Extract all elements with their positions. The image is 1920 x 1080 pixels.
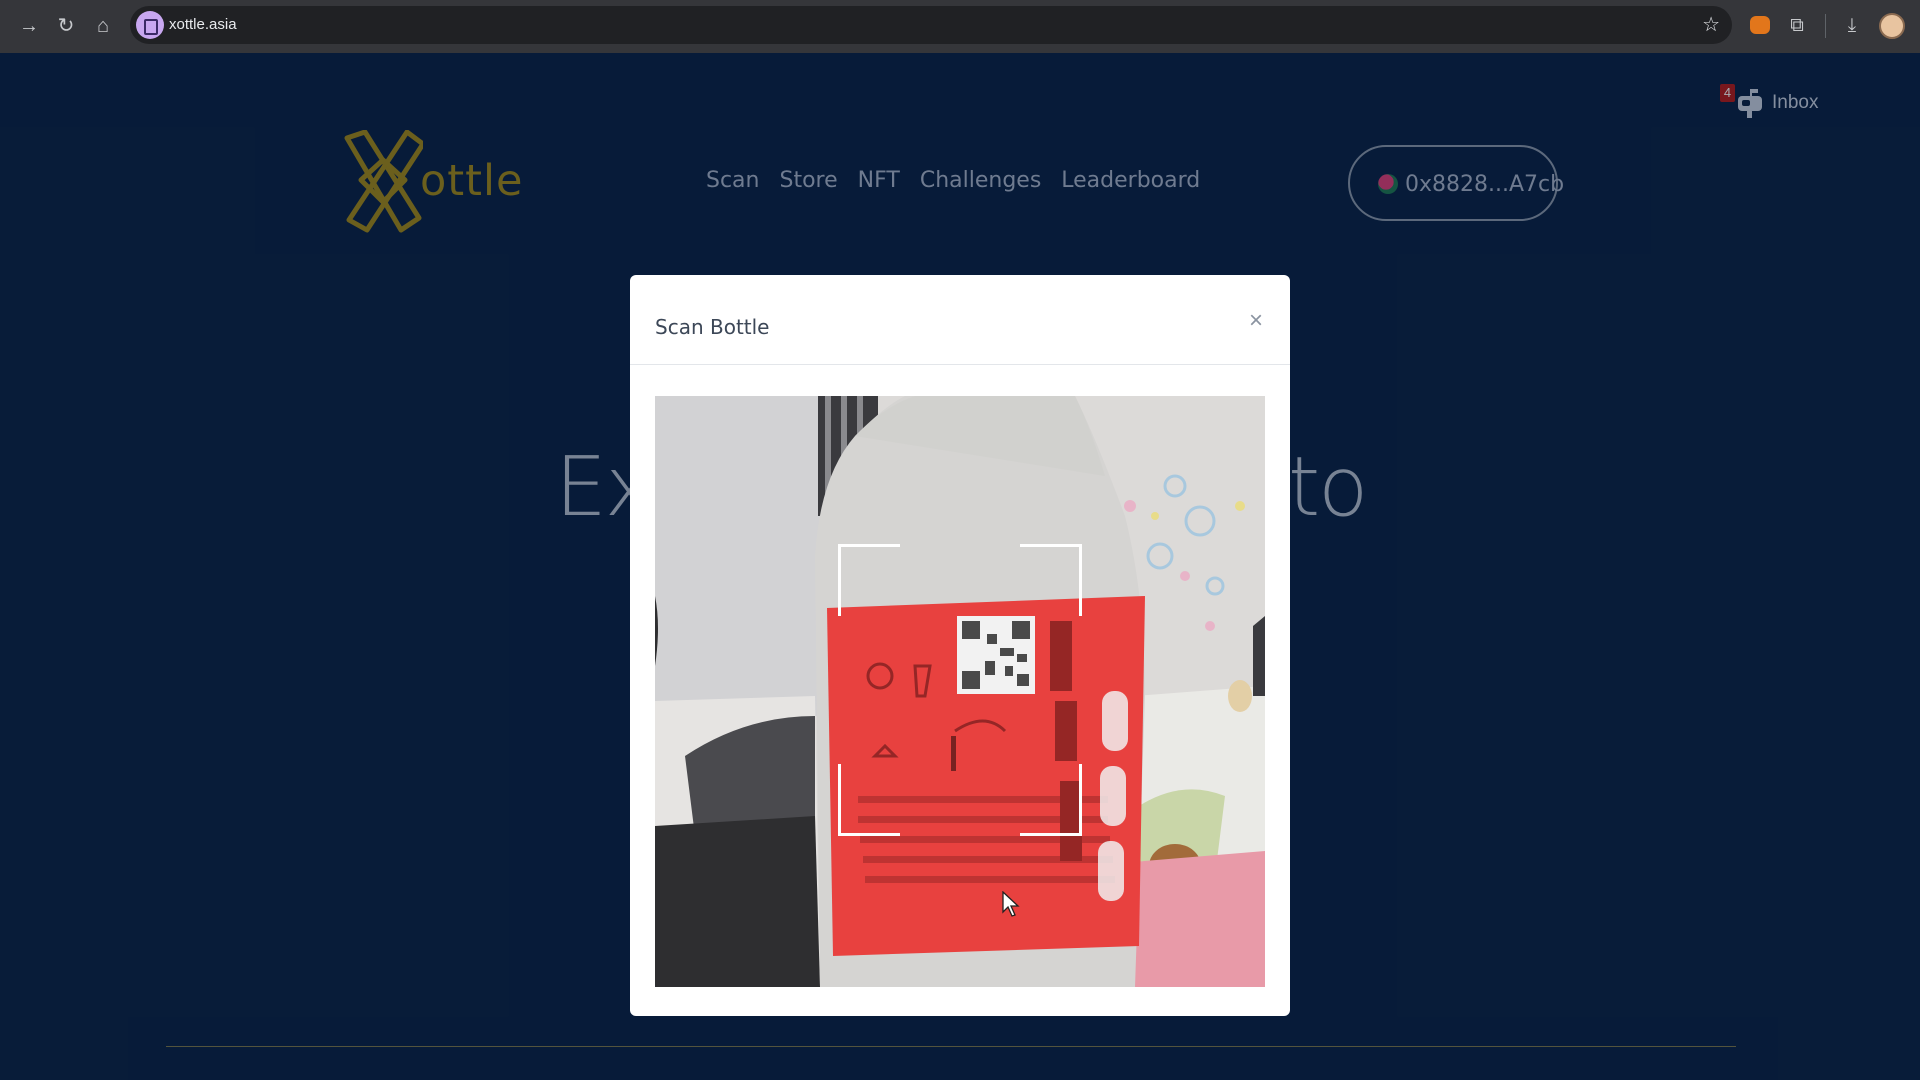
scan-frame-corner-top-left bbox=[838, 544, 900, 616]
address-bar[interactable]: xottle.asia ☆ bbox=[130, 6, 1732, 44]
toolbar-divider bbox=[1825, 14, 1826, 38]
site-info-icon[interactable] bbox=[136, 11, 164, 39]
scan-frame-corner-bottom-left bbox=[838, 764, 900, 836]
forward-icon[interactable]: → bbox=[16, 13, 42, 39]
home-icon[interactable]: ⌂ bbox=[90, 13, 116, 39]
close-icon[interactable]: × bbox=[1242, 307, 1270, 335]
camera-feed bbox=[655, 396, 1265, 987]
camera-viewfinder[interactable] bbox=[655, 396, 1265, 987]
url-text[interactable]: xottle.asia bbox=[169, 16, 237, 33]
download-icon[interactable]: ⤓ bbox=[1839, 13, 1865, 39]
profile-avatar[interactable] bbox=[1879, 13, 1905, 39]
scan-bottle-modal: Scan Bottle × bbox=[630, 275, 1290, 1016]
mouse-cursor-icon bbox=[1002, 891, 1020, 917]
scan-frame-corner-top-right bbox=[1020, 544, 1082, 616]
browser-toolbar: → ↻ ⌂ xottle.asia ☆ ⧉ ⤓ bbox=[0, 0, 1920, 53]
modal-header: Scan Bottle × bbox=[630, 275, 1290, 365]
metamask-extension-icon[interactable] bbox=[1750, 16, 1770, 34]
reload-icon[interactable]: ↻ bbox=[53, 13, 79, 39]
extensions-icon[interactable]: ⧉ bbox=[1784, 13, 1810, 39]
bookmark-star-icon[interactable]: ☆ bbox=[1702, 12, 1720, 37]
scan-frame-corner-bottom-right bbox=[1020, 764, 1082, 836]
modal-title: Scan Bottle bbox=[655, 315, 770, 339]
